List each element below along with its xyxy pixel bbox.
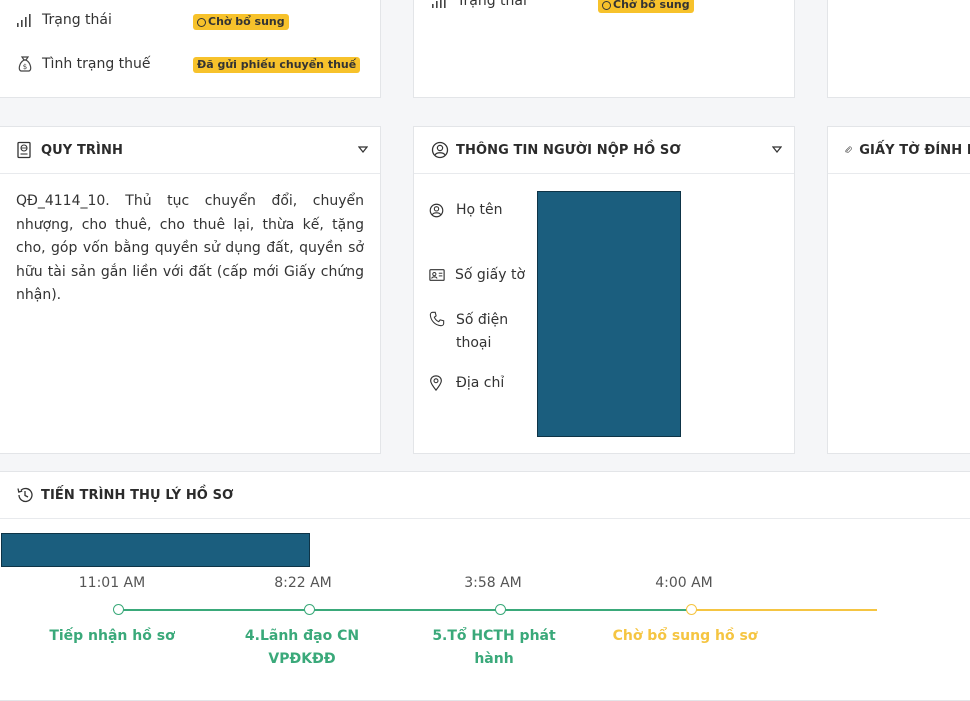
procedure-card-header[interactable]: QUY TRÌNH: [0, 127, 380, 174]
progress-card-header: TIẾN TRÌNH THỤ LÝ HỒ SƠ: [0, 472, 970, 519]
field-full-name: Họ tên: [429, 202, 503, 218]
timeline-line-pending: [691, 609, 877, 611]
step-label: 5.Tổ HCTH phát hành: [432, 628, 556, 667]
status-card: Trạng thái Chờ bổ sung $ Tình trạng thuế…: [0, 0, 381, 98]
tax-badge: Đã gửi phiếu chuyển thuế: [193, 57, 361, 73]
timeline-line-done: [119, 609, 691, 611]
procedure-card-title: QUY TRÌNH: [41, 142, 123, 158]
step-time: 11:01 AM: [78, 575, 146, 591]
money-bag-icon: $: [18, 56, 32, 72]
top-right-card: [827, 0, 970, 98]
id-card-icon: [429, 269, 445, 281]
caret-down-icon[interactable]: [358, 144, 368, 154]
procedure-card: QUY TRÌNH QĐ_4114_10. Thủ tục chuyển đổi…: [0, 126, 381, 454]
timeline-dot-done: [113, 604, 124, 615]
field-address: Địa chỉ: [429, 375, 504, 391]
svg-text:$: $: [23, 63, 27, 71]
status-row: Trạng thái: [16, 12, 112, 28]
redacted-progress-value: [1, 533, 310, 567]
phone-icon: [429, 311, 445, 327]
step-time: 3:58 AM: [464, 575, 522, 591]
user-circle-icon: [429, 203, 444, 217]
history-icon: [17, 487, 33, 503]
signal-bars-icon: [17, 14, 31, 27]
user-circle-icon: [431, 141, 449, 159]
attachments-card: GIẤY TỜ ĐÍNH KÈ: [827, 126, 970, 454]
document-globe-icon: [17, 141, 31, 159]
clock-icon: [197, 17, 206, 27]
attachments-card-title: GIẤY TỜ ĐÍNH KÈ: [859, 142, 970, 158]
status-badge: Chờ bổ sung: [193, 14, 289, 30]
signal-bars-icon: [432, 0, 446, 8]
procedure-description: QĐ_4114_10. Thủ tục chuyển đổi, chuyển n…: [16, 193, 364, 303]
timeline-dot-pending: [686, 604, 697, 615]
redacted-applicant-values: [537, 191, 681, 437]
status-card-2: Trạng thái Chờ bổ sung: [413, 0, 795, 98]
timeline-dot-done: [304, 604, 315, 615]
status-badge: Chờ bổ sung: [598, 0, 694, 13]
applicant-card-header[interactable]: THÔNG TIN NGƯỜI NỘP HỒ SƠ: [414, 127, 794, 174]
tax-row: $ Tình trạng thuế: [16, 55, 151, 73]
tax-label: Tình trạng thuế: [42, 56, 151, 72]
map-pin-icon: [430, 375, 442, 391]
paperclip-icon: [845, 146, 852, 153]
status-row-2: Trạng thái: [431, 0, 527, 9]
field-id-number: Số giấy tờ: [429, 267, 525, 283]
step-label: 4.Lãnh đạo CN VPĐKĐĐ: [244, 628, 360, 667]
caret-down-icon[interactable]: [772, 144, 782, 154]
status-label: Trạng thái: [42, 12, 112, 28]
field-phone: Số điện thoại: [429, 309, 516, 355]
step-label: Chờ bổ sung hồ sơ: [612, 628, 758, 644]
timeline-dot-done: [495, 604, 506, 615]
clock-icon: [602, 0, 611, 10]
status-label: Trạng thái: [457, 0, 527, 9]
attachments-card-header[interactable]: GIẤY TỜ ĐÍNH KÈ: [828, 127, 970, 174]
step-time: 4:00 AM: [655, 575, 713, 591]
applicant-card-title: THÔNG TIN NGƯỜI NỘP HỒ SƠ: [456, 142, 681, 158]
step-time: 8:22 AM: [274, 575, 332, 591]
progress-card: TIẾN TRÌNH THỤ LÝ HỒ SƠ 11:01 AM 8:22 AM…: [0, 471, 970, 701]
step-label: Tiếp nhận hồ sơ: [49, 628, 175, 644]
applicant-card: THÔNG TIN NGƯỜI NỘP HỒ SƠ Họ tên Số giấy…: [413, 126, 795, 454]
progress-card-title: TIẾN TRÌNH THỤ LÝ HỒ SƠ: [41, 487, 234, 503]
